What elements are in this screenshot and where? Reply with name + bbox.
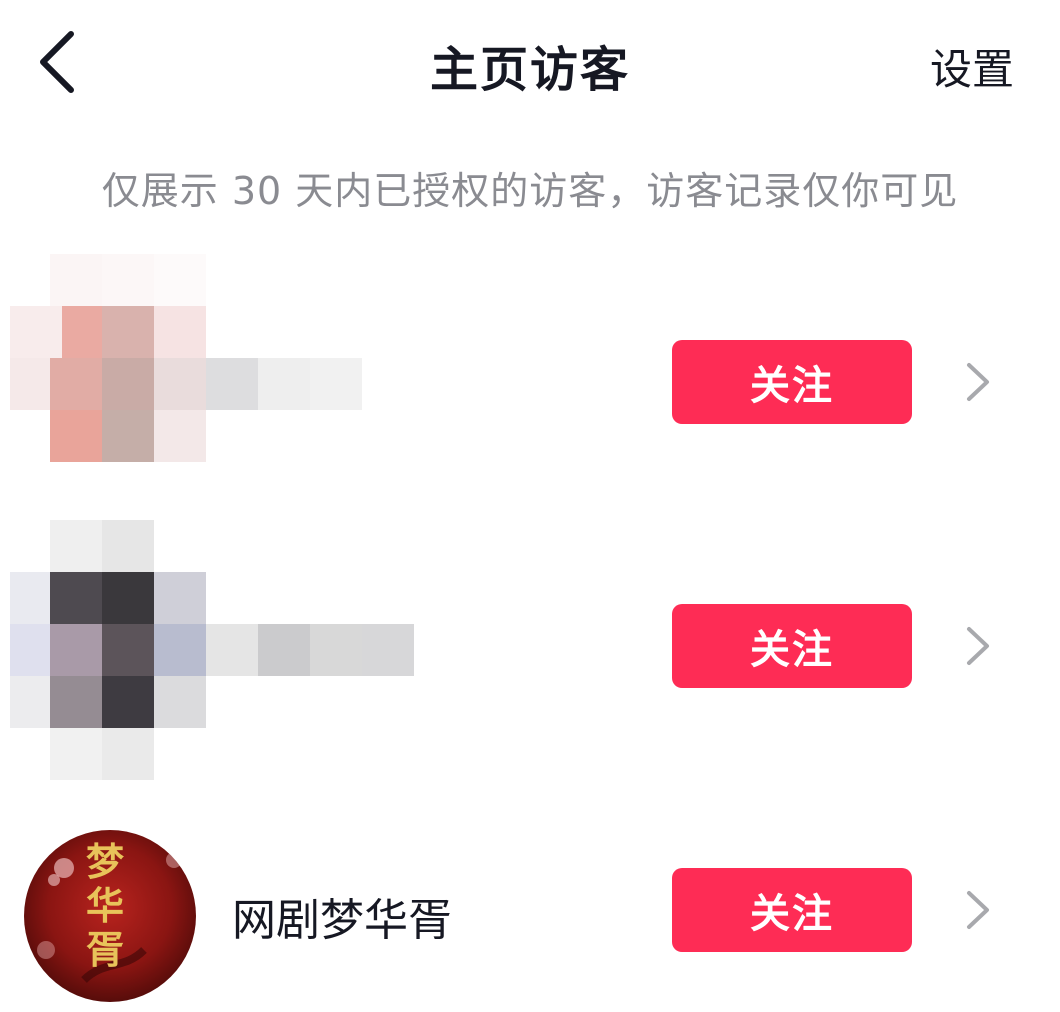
avatar[interactable]: 梦华胥 bbox=[24, 830, 196, 1002]
visitors-screen: 主页访客 设置 仅展示 30 天内已授权的访客，访客记录仅你可见 关注 关注 梦… bbox=[0, 0, 1060, 1012]
visitor-row[interactable]: 梦华胥 网剧梦华胥 关注 bbox=[0, 822, 1060, 1002]
follow-button[interactable]: 关注 bbox=[672, 340, 912, 424]
page-title: 主页访客 bbox=[429, 42, 630, 98]
settings-button[interactable]: 设置 bbox=[930, 36, 1014, 97]
follow-button[interactable]: 关注 bbox=[672, 604, 912, 688]
row-arrow[interactable] bbox=[958, 616, 998, 676]
chevron-right-icon bbox=[967, 891, 989, 929]
chevron-right-icon bbox=[967, 363, 989, 401]
visitor-name[interactable]: 网剧梦华胥 bbox=[232, 884, 452, 948]
visitor-notice: 仅展示 30 天内已授权的访客，访客记录仅你可见 bbox=[101, 169, 959, 213]
redacted-avatar bbox=[0, 520, 420, 780]
redacted-avatar bbox=[0, 254, 420, 514]
row-arrow[interactable] bbox=[958, 880, 998, 940]
visitor-row[interactable]: 关注 bbox=[0, 254, 1060, 474]
top-bar: 主页访客 设置 bbox=[0, 0, 1060, 130]
visitor-row[interactable]: 关注 bbox=[0, 520, 1060, 780]
row-arrow[interactable] bbox=[958, 352, 998, 412]
chevron-right-icon bbox=[967, 627, 989, 665]
avatar-title: 梦华胥 bbox=[86, 839, 125, 972]
follow-button[interactable]: 关注 bbox=[672, 868, 912, 952]
